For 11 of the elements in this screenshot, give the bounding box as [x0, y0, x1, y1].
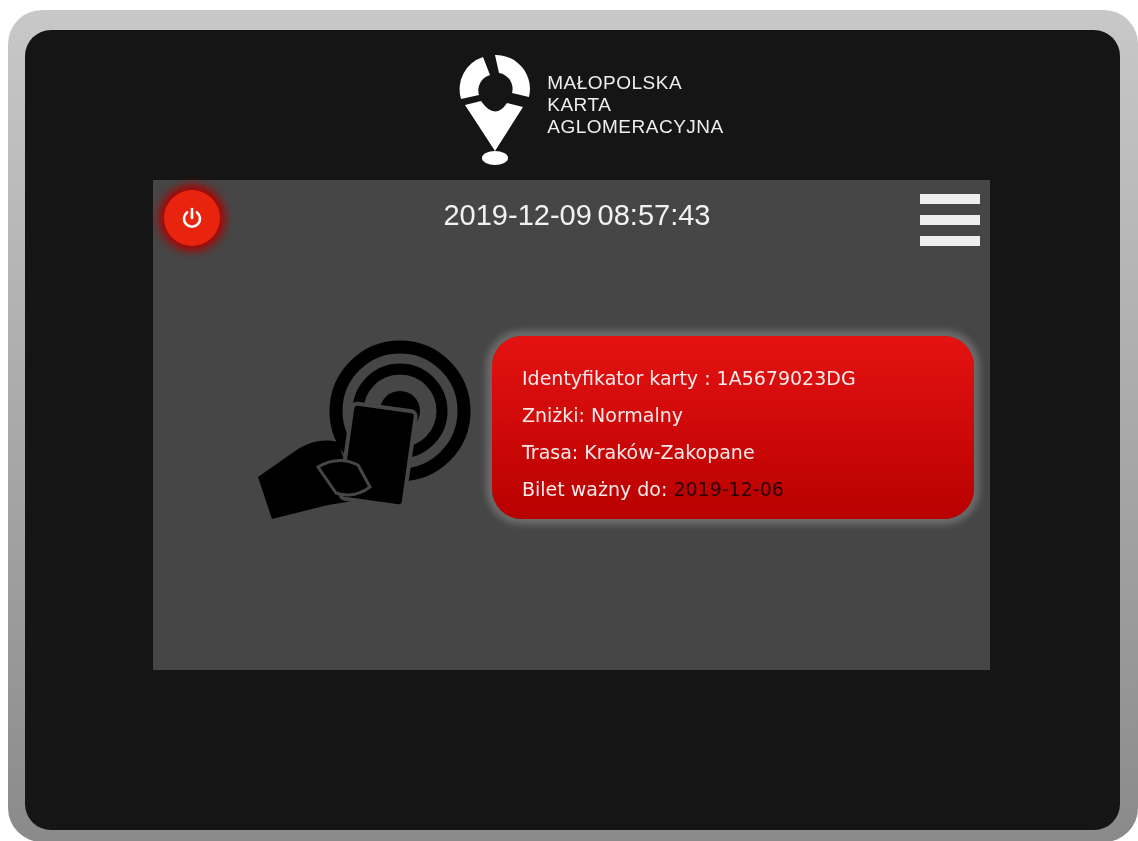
card-info-line: Zniżki: Normalny	[522, 403, 685, 428]
power-button[interactable]	[164, 190, 220, 246]
date-time: 2019-12-09 08:57:43	[443, 198, 711, 233]
card-info-line: Trasa: Kraków-Zakopane	[522, 440, 756, 465]
logo-text: MAŁOPOLSKA	[547, 72, 684, 94]
logo-text: AGLOMERACYJNA	[547, 116, 724, 138]
power-icon	[180, 206, 204, 230]
menu-icon[interactable]	[920, 194, 980, 246]
card-info-line: Bilet ważny do: 2019-12-06	[522, 477, 785, 502]
card-info-line: Identyfikator karty : 1A5679023DG	[522, 366, 857, 391]
logo-text: KARTA	[547, 94, 613, 116]
